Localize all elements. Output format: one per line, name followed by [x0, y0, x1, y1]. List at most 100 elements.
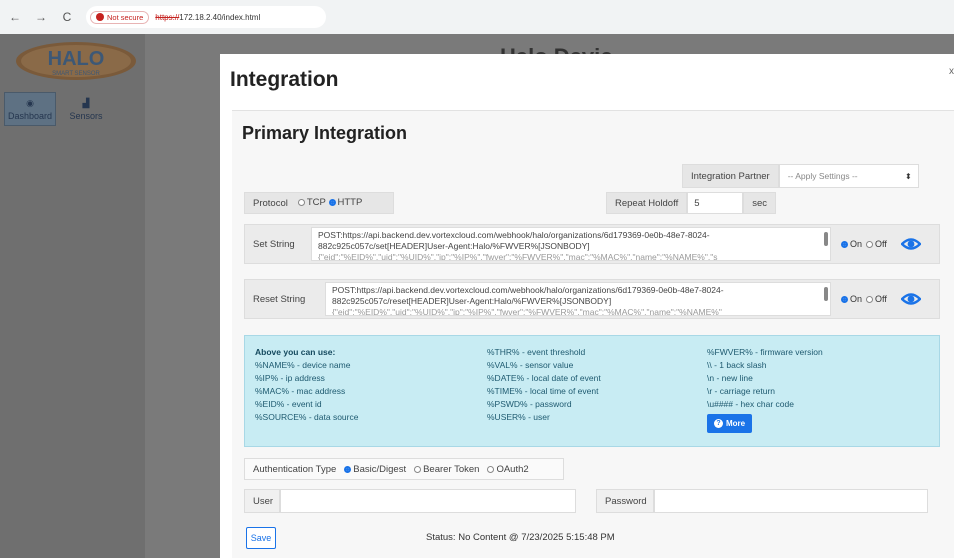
help-item: %DATE% - local date of event [487, 373, 601, 383]
help-item: \u#### - hex char code [707, 399, 794, 409]
radio-label: Basic/Digest [353, 463, 407, 475]
repeat-holdoff-input[interactable]: 5 [687, 192, 744, 214]
address-bar[interactable]: Not secure https:// 172.18.2.40/index.ht… [86, 6, 326, 28]
integration-modal: Integration x Primary Integration Integr… [220, 54, 954, 558]
password-label: Password [596, 489, 654, 513]
url-text: 172.18.2.40/index.html [179, 12, 261, 22]
radio-label: TCP [306, 197, 326, 208]
protocol-label: Protocol [253, 197, 288, 209]
sensors-icon: ▟ [82, 97, 90, 108]
eye-icon[interactable] [900, 234, 921, 254]
reset-string-label: Reset String [253, 293, 306, 305]
help-item: \\ - 1 back slash [707, 360, 767, 370]
set-string-textarea[interactable]: POST:https://api.backend.dev.vortexcloud… [311, 227, 831, 261]
radio-label: On [850, 239, 863, 249]
section-title: Primary Integration [242, 123, 408, 143]
close-icon[interactable]: x [949, 66, 954, 77]
set-string-toggle: On Off [841, 239, 887, 249]
help-item: \r - carriage return [707, 386, 776, 396]
warning-icon [96, 13, 104, 21]
integration-partner-select[interactable]: -- Apply Settings -- ⬍ [778, 164, 919, 188]
halo-logo: HALO SMART SENSOR [16, 42, 136, 80]
reset-string-toggle: On Off [841, 294, 887, 304]
set-string-row: Set String POST:https://api.backend.dev.… [244, 224, 940, 264]
radio-circle [487, 465, 495, 473]
radio-circle [866, 295, 874, 303]
radio-label: OAuth2 [496, 463, 529, 475]
help-item: %MAC% - mac address [255, 386, 346, 396]
browser-toolbar: ← → C Not secure https:// 172.18.2.40/in… [0, 0, 954, 34]
radio-circle-selected [841, 295, 848, 303]
radio-circle [414, 465, 422, 473]
protocol-http-radio[interactable]: HTTP [328, 197, 363, 208]
radio-circle [866, 240, 874, 248]
auth-oauth2-radio[interactable]: OAuth2 [487, 463, 529, 475]
reset-string-on-radio[interactable]: On [841, 294, 862, 304]
set-string-line: 882c925c057c/set[HEADER]User-Agent:Halo/… [318, 241, 590, 251]
radio-label: On [850, 294, 863, 304]
help-item: %THR% - event threshold [487, 347, 586, 357]
svg-text:HALO: HALO [48, 48, 105, 70]
sidebar-item-sensors[interactable]: ▟ Sensors [60, 92, 112, 126]
modal-title: Integration [230, 68, 339, 91]
help-item: %PSWD% - password [487, 399, 572, 409]
help-item: %TIME% - local time of event [487, 386, 599, 396]
password-group: Password [596, 489, 928, 513]
set-string-line: {"eid":"%EID%","uid":"%UID%","ip":"%IP%"… [318, 252, 718, 261]
reset-string-line: {"eid":"%EID%","uid":"%UID%","ip":"%IP%"… [332, 307, 722, 316]
auth-basic-radio[interactable]: Basic/Digest [344, 464, 406, 475]
svg-text:SMART SENSOR: SMART SENSOR [52, 71, 100, 77]
integration-partner-group: Integration Partner -- Apply Settings --… [682, 164, 919, 188]
set-string-off-radio[interactable]: Off [866, 239, 887, 249]
radio-label: HTTP [337, 197, 363, 208]
help-column: %THR% - event threshold %VAL% - sensor v… [487, 346, 601, 424]
repeat-holdoff-label: Repeat Holdoff [606, 192, 688, 214]
radio-circle-selected [328, 199, 336, 206]
integration-partner-label: Integration Partner [682, 164, 779, 188]
authentication-type-label: Authentication Type [253, 463, 337, 475]
set-string-on-radio[interactable]: On [841, 239, 862, 249]
user-input[interactable] [280, 489, 576, 513]
help-column: %FWVER% - firmware version \\ - 1 back s… [707, 346, 823, 433]
not-secure-label: Not secure [107, 12, 144, 22]
help-column: Above you can use: %NAME% - device name … [255, 346, 358, 424]
select-arrows-icon: ⬍ [904, 171, 912, 181]
protocol-group: Protocol TCP HTTP [244, 192, 394, 214]
help-item: \n - new line [707, 373, 753, 383]
scrollbar[interactable] [824, 232, 828, 246]
reload-icon[interactable]: C [60, 10, 74, 24]
forward-arrow-icon[interactable]: → [34, 10, 48, 24]
help-item: %EID% - event id [255, 399, 322, 409]
help-item: %VAL% - sensor value [487, 360, 574, 370]
more-button[interactable]: ? More [707, 414, 753, 433]
scrollbar[interactable] [824, 287, 828, 301]
sidebar-item-label: Sensors [69, 110, 103, 121]
repeat-holdoff-unit: sec [743, 192, 776, 214]
protocol-tcp-radio[interactable]: TCP [297, 197, 326, 208]
help-item: %USER% - user [487, 412, 550, 422]
set-string-line: POST:https://api.backend.dev.vortexcloud… [318, 230, 710, 240]
set-string-label: Set String [253, 238, 295, 250]
reset-string-line: 882c925c057c/reset[HEADER]User-Agent:Hal… [332, 296, 612, 306]
reset-string-textarea[interactable]: POST:https://api.backend.dev.vortexcloud… [325, 282, 831, 316]
app-sidebar: HALO SMART SENSOR ◉ Dashboard ▟ Sensors [0, 34, 145, 558]
back-arrow-icon[interactable]: ← [8, 10, 22, 24]
authentication-type-group: Authentication Type Basic/Digest Bearer … [244, 458, 564, 480]
sidebar-tabs: ◉ Dashboard ▟ Sensors [4, 92, 112, 126]
password-input[interactable] [654, 489, 928, 513]
dashboard-icon: ◉ [26, 97, 34, 108]
variables-help-box: Above you can use: %NAME% - device name … [244, 335, 940, 447]
save-button[interactable]: Save [246, 527, 276, 549]
help-item: %FWVER% - firmware version [707, 347, 823, 357]
not-secure-badge[interactable]: Not secure [90, 10, 150, 24]
auth-bearer-radio[interactable]: Bearer Token [414, 464, 479, 475]
eye-icon[interactable] [900, 289, 921, 309]
help-item: %SOURCE% - data source [255, 412, 359, 422]
user-group: User [244, 489, 576, 513]
radio-circle-selected [344, 465, 352, 473]
sidebar-item-dashboard[interactable]: ◉ Dashboard [4, 92, 56, 126]
user-label: User [244, 489, 280, 513]
help-item: %IP% - ip address [255, 373, 325, 383]
reset-string-off-radio[interactable]: Off [866, 294, 887, 304]
url-scheme: https:// [155, 12, 180, 22]
